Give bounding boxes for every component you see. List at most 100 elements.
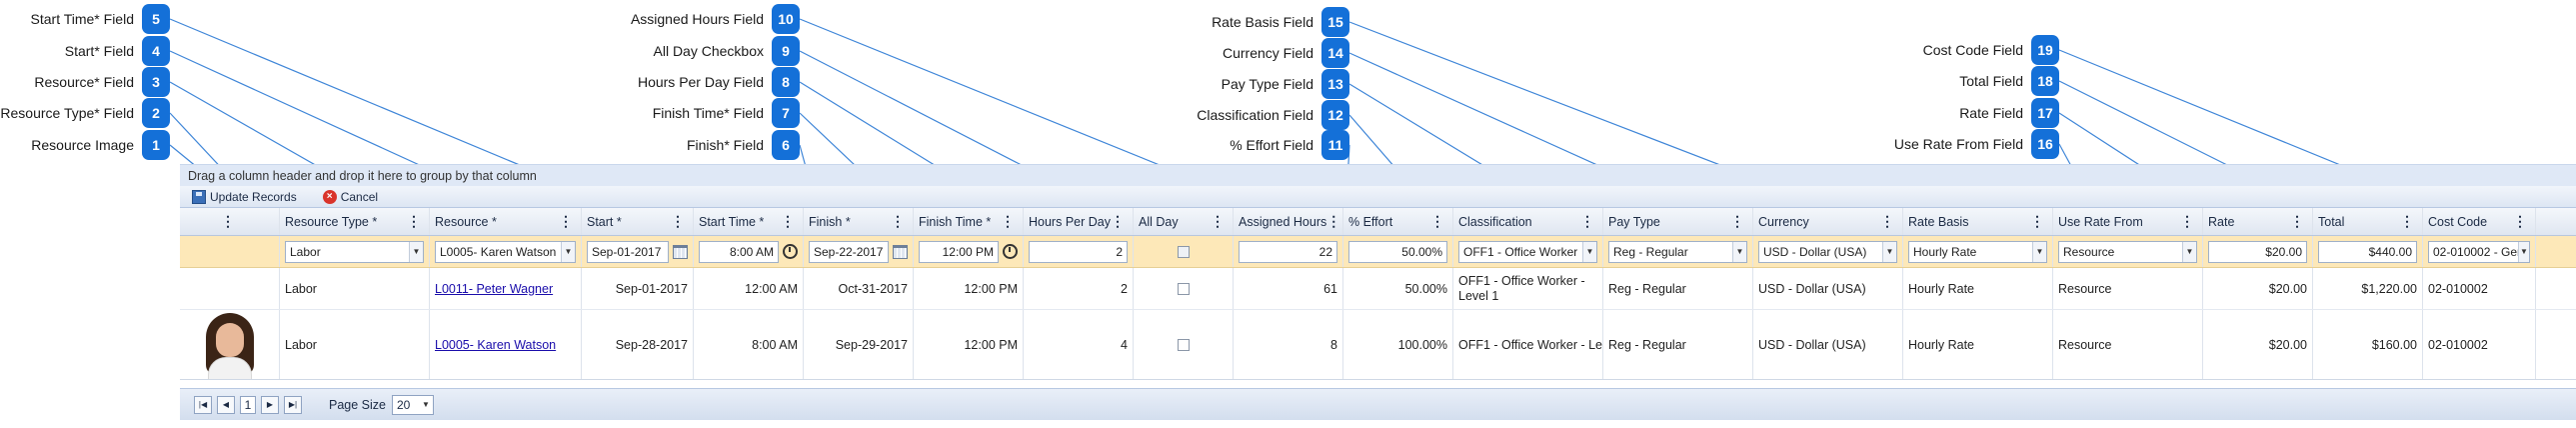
page-number[interactable]: 1	[240, 395, 256, 414]
header-use-rate-from[interactable]: Use Rate From ⋮	[2053, 208, 2203, 235]
resource-link[interactable]: L0005- Karen Watson	[435, 338, 556, 352]
page-size-select[interactable]: 20 ▼	[391, 394, 434, 415]
cell-currency: USD - Dollar (USA)	[1753, 268, 1903, 309]
column-menu-icon[interactable]: ⋮	[2290, 213, 2307, 230]
header-finish[interactable]: Finish * ⋮	[804, 208, 914, 235]
header-all-day[interactable]: All Day ⋮	[1134, 208, 1234, 235]
cell-start: Sep-28-2017	[582, 310, 694, 379]
rate-input[interactable]: $20.00	[2208, 240, 2307, 263]
assigned-hours-input[interactable]: 22	[1239, 240, 1337, 263]
column-menu-icon[interactable]: ⋮	[781, 213, 798, 230]
column-menu-icon[interactable]: ⋮	[2030, 213, 2047, 230]
finish-date-input[interactable]: Sep-22-2017	[809, 240, 889, 263]
header-currency[interactable]: Currency ⋮	[1753, 208, 1903, 235]
first-page-button[interactable]: |◀	[194, 395, 212, 414]
chevron-down-icon[interactable]: ▼	[1582, 241, 1596, 262]
column-menu-icon[interactable]: ⋮	[2513, 213, 2530, 230]
column-menu-icon[interactable]: ⋮	[2180, 213, 2197, 230]
total-input[interactable]: $440.00	[2318, 240, 2417, 263]
resource-type-select[interactable]: Labor ▼	[285, 240, 424, 263]
cell-value: 61	[1323, 281, 1337, 296]
pay-type-select[interactable]: Reg - Regular ▼	[1608, 240, 1747, 263]
column-menu-icon[interactable]: ⋮	[559, 213, 576, 230]
header-start[interactable]: Start * ⋮	[582, 208, 694, 235]
classification-select[interactable]: OFF1 - Office Worker ▼	[1458, 240, 1597, 263]
column-menu-icon[interactable]: ⋮	[1111, 213, 1128, 230]
start-time-input[interactable]: 8:00 AM	[699, 240, 779, 263]
header-rate[interactable]: Rate ⋮	[2203, 208, 2313, 235]
column-menu-icon[interactable]: ⋮	[1326, 213, 1342, 230]
chevron-down-icon[interactable]: ▼	[2182, 241, 2196, 262]
callout-label: Finish Time* Field	[652, 105, 764, 121]
effort-input[interactable]: 50.00%	[1348, 240, 1447, 263]
header-pay-type[interactable]: Pay Type ⋮	[1603, 208, 1753, 235]
header-resource-type[interactable]: Resource Type * ⋮	[280, 208, 430, 235]
column-menu-icon[interactable]: ⋮	[1211, 213, 1228, 230]
currency-select[interactable]: USD - Dollar (USA) ▼	[1758, 240, 1897, 263]
update-records-button[interactable]: Update Records	[192, 189, 297, 204]
finish-time-input[interactable]: 12:00 PM	[919, 240, 999, 263]
start-date-input[interactable]: Sep-01-2017	[587, 240, 669, 263]
column-menu-icon[interactable]: ⋮	[1880, 213, 1897, 230]
cost-code-select[interactable]: 02-010002 - General▼	[2428, 240, 2530, 263]
header-effort[interactable]: % Effort ⋮	[1343, 208, 1453, 235]
cell-currency: USD - Dollar (USA)	[1753, 310, 1903, 379]
calendar-icon[interactable]	[893, 244, 908, 259]
header-assigned-hours[interactable]: Assigned Hours ⋮	[1234, 208, 1343, 235]
table-row[interactable]: Labor L0005- Karen Watson Sep-28-2017 8:…	[180, 310, 2576, 380]
all-day-checkbox[interactable]	[1177, 282, 1190, 295]
cell-all-day	[1134, 268, 1234, 309]
callout-badge: 15	[1321, 7, 1349, 37]
chevron-down-icon[interactable]: ▼	[561, 241, 575, 262]
chevron-down-icon[interactable]: ▼	[2032, 241, 2046, 262]
header-resource[interactable]: Resource * ⋮	[430, 208, 582, 235]
callout-label: Resource* Field	[34, 74, 134, 90]
table-row[interactable]: Labor L0011- Peter Wagner Sep-01-2017 12…	[180, 268, 2576, 310]
header-start-time[interactable]: Start Time * ⋮	[694, 208, 804, 235]
calendar-icon[interactable]	[673, 244, 688, 259]
all-day-checkbox[interactable]	[1177, 245, 1190, 258]
hours-per-day-input[interactable]: 2	[1029, 240, 1128, 263]
header-hours-per-day[interactable]: Hours Per Day ⋮	[1024, 208, 1134, 235]
chevron-down-icon[interactable]: ▼	[419, 396, 433, 414]
clock-icon[interactable]	[1003, 244, 1018, 259]
header-label: Cost Code	[2428, 214, 2488, 229]
header-total[interactable]: Total ⋮	[2313, 208, 2423, 235]
column-menu-icon[interactable]: ⋮	[1730, 213, 1747, 230]
group-by-panel[interactable]: Drag a column header and drop it here to…	[180, 164, 2576, 186]
chevron-down-icon[interactable]: ▼	[2518, 241, 2529, 262]
cancel-button[interactable]: × Cancel	[322, 189, 378, 204]
header-cost-code[interactable]: Cost Code ⋮	[2423, 208, 2536, 235]
chevron-down-icon[interactable]: ▼	[1732, 241, 1746, 262]
header-finish-time[interactable]: Finish Time * ⋮	[914, 208, 1024, 235]
column-menu-icon[interactable]: ⋮	[1580, 213, 1597, 230]
chevron-down-icon[interactable]: ▼	[409, 241, 423, 262]
cell-effort: 50.00%	[1343, 268, 1453, 309]
header-classification[interactable]: Classification ⋮	[1453, 208, 1603, 235]
column-menu-icon[interactable]: ⋮	[1430, 213, 1447, 230]
resource-link[interactable]: L0011- Peter Wagner	[435, 282, 553, 296]
resource-select[interactable]: L0005- Karen Watson ▼	[435, 240, 576, 263]
cell-value: 12:00 PM	[964, 337, 1018, 352]
column-menu-icon[interactable]: ⋮	[1001, 213, 1018, 230]
column-menu-icon[interactable]: ⋮	[407, 213, 424, 230]
cell-assigned-hours: 8	[1234, 310, 1343, 379]
column-menu-icon[interactable]: ⋮	[671, 213, 688, 230]
column-menu-icon[interactable]: ⋮	[891, 213, 908, 230]
use-rate-from-select[interactable]: Resource ▼	[2058, 240, 2197, 263]
all-day-checkbox[interactable]	[1177, 338, 1190, 351]
clock-icon[interactable]	[783, 244, 798, 259]
cell-start: Sep-01-2017	[582, 268, 694, 309]
header-rate-basis[interactable]: Rate Basis ⋮	[1903, 208, 2053, 235]
cell-all-day	[1134, 310, 1234, 379]
column-menu-icon[interactable]: ⋮	[2400, 213, 2417, 230]
rate-basis-select[interactable]: Hourly Rate ▼	[1908, 240, 2047, 263]
next-page-button[interactable]: ▶	[261, 395, 279, 414]
prev-page-button[interactable]: ◀	[217, 395, 235, 414]
callout-15: Rate Basis Field 15	[1150, 7, 1349, 37]
column-menu-icon[interactable]: ⋮	[221, 213, 238, 230]
last-page-button[interactable]: ▶|	[284, 395, 302, 414]
cell-use-rate-from: Resource	[2053, 268, 2203, 309]
header-image-col[interactable]: ⋮	[180, 208, 280, 235]
chevron-down-icon[interactable]: ▼	[1882, 241, 1896, 262]
